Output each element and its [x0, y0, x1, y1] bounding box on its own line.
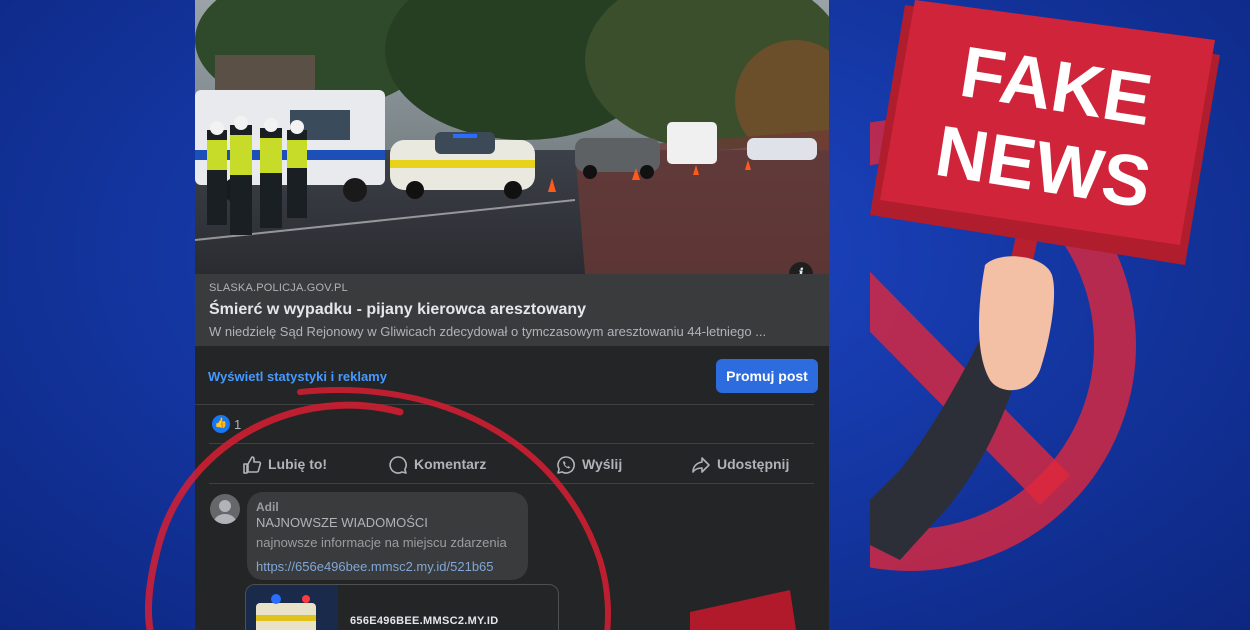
link-description: W niedzielę Sąd Rejonowy w Gliwicach zde… — [209, 324, 767, 339]
reaction-count: 1 — [234, 417, 242, 432]
speech-bubble-icon — [389, 456, 407, 474]
divider — [195, 404, 814, 405]
comment-link-card[interactable]: 656E496BEE.MMSC2.MY.ID — [245, 584, 559, 630]
link-domain: SLASKA.POLICJA.GOV.PL — [209, 282, 348, 294]
news-photo[interactable] — [195, 0, 829, 274]
thumbs-up-icon — [243, 456, 262, 474]
link-title[interactable]: Śmierć w wypadku - pijany kierowca aresz… — [209, 301, 586, 319]
send-label: Wyślij — [582, 456, 623, 472]
divider — [209, 443, 814, 444]
comment-bubble: Adil NAJNOWSZE WIADOMOŚCI najnowsze info… — [247, 492, 528, 580]
comment-author[interactable]: Adil — [256, 500, 279, 514]
comment-text-body: najnowsze informacje na miejscu zdarzeni… — [256, 535, 507, 550]
link-card-thumbnail — [246, 585, 338, 630]
whatsapp-icon — [557, 456, 575, 474]
link-card-domain: 656E496BEE.MMSC2.MY.ID — [350, 615, 499, 627]
comment-suspicious-link[interactable]: https://656e496bee.mmsc2.my.id/521b65 — [256, 559, 494, 574]
divider — [209, 483, 814, 484]
fake-news-sign: FAKE NEWS — [870, 0, 1220, 571]
thumbs-up-icon: 👍 — [212, 415, 230, 433]
view-stats-link[interactable]: Wyświetl statystyki i reklamy — [208, 369, 387, 384]
like-label: Lubię to! — [268, 456, 328, 472]
facebook-post-card: i SLASKA.POLICJA.GOV.PL Śmierć w wypadku… — [195, 0, 829, 630]
share-label: Udostępnij — [717, 456, 790, 472]
default-avatar-icon[interactable] — [210, 494, 240, 524]
share-arrow-icon — [692, 457, 710, 473]
comment-text-headline: NAJNOWSZE WIADOMOŚCI — [256, 515, 428, 530]
promote-post-button[interactable]: Promuj post — [716, 359, 818, 393]
link-preview[interactable]: SLASKA.POLICJA.GOV.PL Śmierć w wypadku -… — [195, 274, 829, 346]
comment-label: Komentarz — [414, 456, 487, 472]
